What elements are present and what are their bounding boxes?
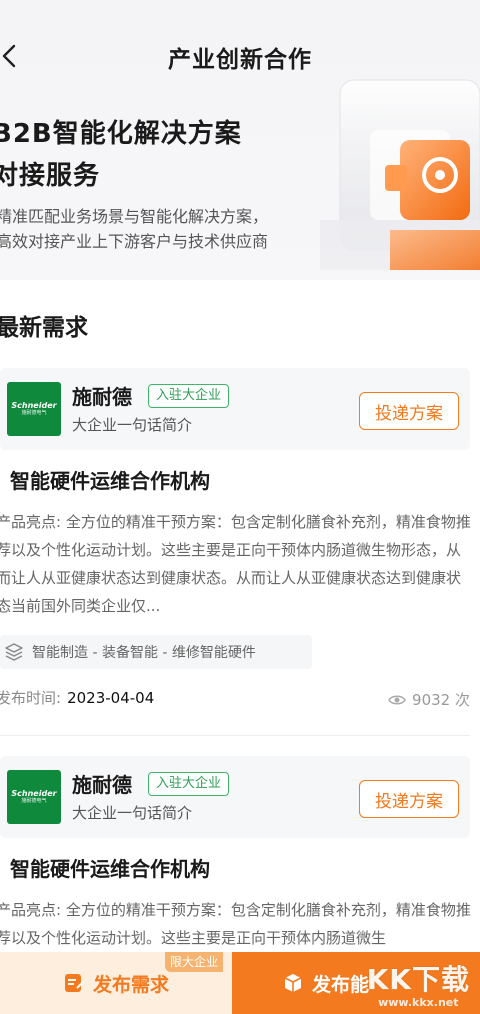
company-name: 施耐德 <box>72 773 132 797</box>
company-intro: 大企业一句话简介 <box>72 416 193 434</box>
submit-proposal-button[interactable]: 投递方案 <box>359 780 459 818</box>
eye-icon <box>388 695 406 704</box>
view-count: 9032 次 <box>388 689 470 710</box>
company-info[interactable]: Schneider 施耐德电气 施耐德 入驻大企业 大企业一句话简介 投递方案 <box>0 368 470 450</box>
layers-icon <box>5 643 23 661</box>
edit-note-icon <box>64 974 84 992</box>
submit-proposal-button[interactable]: 投递方案 <box>359 392 459 430</box>
demand-description: 产品亮点: 全方位的精准干预方案：包含定制化膳食补充剂，精准食物推荐以及个性化运… <box>0 513 471 615</box>
watermark-text: KK下载 <box>366 963 470 996</box>
hero-desc-line2: 高效对接产业上下游客户与技术供应商 <box>0 232 269 251</box>
company-logo: Schneider 施耐德电气 <box>7 382 61 436</box>
hero-title-line1: B2B智能化解决方案 <box>0 119 242 149</box>
publish-capability-label: 发布能 <box>312 973 370 996</box>
demand-title: 智能硬件运维合作机构 <box>10 857 210 881</box>
demand-title: 智能硬件运维合作机构 <box>10 469 210 493</box>
enterprise-only-tag: 限大企业 <box>165 952 224 972</box>
logo-subtext: 施耐德电气 <box>21 798 47 804</box>
demand-card[interactable]: Schneider 施耐德电气 施耐德 入驻大企业 大企业一句话简介 投递方案 … <box>0 756 480 956</box>
category-path: 智能制造 - 装备智能 - 维修智能硬件 <box>32 645 256 661</box>
logo-subtext: 施耐德电气 <box>21 410 47 416</box>
hero-title-line2: 对接服务 <box>0 161 101 191</box>
nav-bar: 产业创新合作 <box>0 0 480 110</box>
card-divider <box>0 735 470 736</box>
enterprise-badge: 入驻大企业 <box>148 384 230 408</box>
logo-text: Schneider <box>11 401 57 410</box>
bottom-action-bar: 发布需求 发布能 KK下载 www.kkx.net <box>0 952 480 1014</box>
company-intro: 大企业一句话简介 <box>72 804 193 822</box>
view-count-value: 9032 次 <box>412 691 470 709</box>
publish-label: 发布时间: <box>0 689 62 707</box>
section-title: 最新需求 <box>0 315 88 341</box>
watermark-logo: KK下载 www.kkx.net <box>367 958 470 1009</box>
company-info[interactable]: Schneider 施耐德电气 施耐德 入驻大企业 大企业一句话简介 投递方案 <box>0 756 470 838</box>
hero-desc-line1: 精准匹配业务场景与智能化解决方案， <box>0 207 269 226</box>
hero-description: 精准匹配业务场景与智能化解决方案， 高效对接产业上下游客户与技术供应商 <box>0 204 268 254</box>
publish-capability-button[interactable]: 发布能 KK下载 www.kkx.net <box>232 952 480 1014</box>
company-name: 施耐德 <box>72 385 132 409</box>
hero-title: B2B智能化解决方案 对接服务 <box>0 113 242 197</box>
cube-icon <box>284 974 302 992</box>
logo-text: Schneider <box>11 789 57 798</box>
publish-demand-label: 发布需求 <box>92 973 169 996</box>
company-logo: Schneider 施耐德电气 <box>7 770 61 824</box>
enterprise-badge: 入驻大企业 <box>148 772 230 796</box>
page-title: 产业创新合作 <box>168 47 312 73</box>
publish-date: 2023-04-04 <box>67 689 155 707</box>
watermark-url: www.kkx.net <box>378 996 459 1009</box>
demand-card[interactable]: Schneider 施耐德电气 施耐德 入驻大企业 大企业一句话简介 投递方案 … <box>0 368 480 738</box>
publish-time: 发布时间: 2023-04-04 <box>0 687 154 708</box>
category-tags: 智能制造 - 装备智能 - 维修智能硬件 <box>0 635 312 669</box>
demand-description: 产品亮点: 全方位的精准干预方案：包含定制化膳食补充剂，精准食物推荐以及个性化运… <box>0 901 471 947</box>
